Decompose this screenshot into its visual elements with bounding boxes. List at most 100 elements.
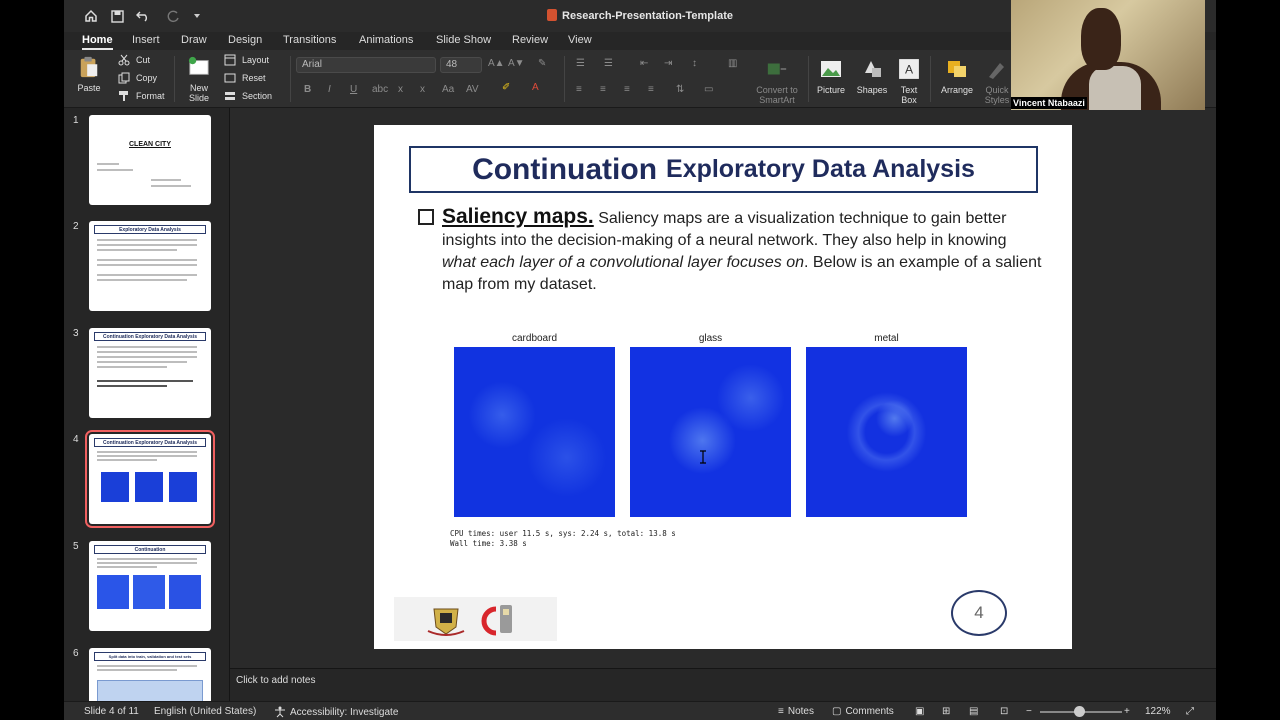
saliency-map-metal[interactable] <box>806 347 967 517</box>
superscript-icon[interactable]: x <box>420 84 425 95</box>
align-center-icon[interactable]: ≡ <box>600 84 606 95</box>
slide-thumbnail-5[interactable]: Continuation <box>89 541 211 631</box>
format-painter-button[interactable]: Format <box>118 90 165 102</box>
slide-title-sub: Exploratory Data Analysis <box>666 155 975 183</box>
slide-title-box[interactable]: Continuation Exploratory Data Analysis <box>409 146 1038 193</box>
align-text-icon[interactable]: ▭ <box>704 84 713 95</box>
accessibility-checker[interactable]: Accessibility: Investigate <box>274 706 398 718</box>
shapes-icon <box>865 61 881 77</box>
slide-thumbnail-4-selected[interactable]: Continuation Exploratory Data Analysis <box>85 430 215 528</box>
highlight-color-icon[interactable]: ✐ <box>502 82 510 93</box>
italic-icon[interactable]: I <box>328 84 331 95</box>
thumbnail-title: CLEAN CITY <box>129 141 171 148</box>
slide-canvas[interactable]: Continuation Exploratory Data Analysis S… <box>374 125 1072 649</box>
copy-button[interactable]: Copy <box>118 72 157 84</box>
zoom-in-button[interactable]: + <box>1124 706 1130 717</box>
character-spacing-icon[interactable]: AV <box>466 84 479 95</box>
thumbnail-text-line <box>97 259 197 261</box>
notes-pane[interactable]: Click to add notes <box>230 668 1216 701</box>
align-left-icon[interactable]: ≡ <box>576 84 582 95</box>
slide-thumbnail-1[interactable]: CLEAN CITY <box>89 115 211 205</box>
tab-slide-show[interactable]: Slide Show <box>436 32 491 48</box>
paintbrush-icon <box>119 91 128 101</box>
thumbnail-number: 5 <box>73 541 79 552</box>
columns-icon[interactable]: ▥ <box>728 58 737 69</box>
slide-thumbnail-panel[interactable]: 1 CLEAN CITY 2 Exploratory Data Analysis… <box>64 108 230 701</box>
tab-draw[interactable]: Draw <box>181 32 207 48</box>
image-label-cardboard: cardboard <box>511 333 558 344</box>
font-color-icon[interactable]: A <box>532 82 539 93</box>
increase-indent-icon[interactable]: ⇥ <box>664 58 672 69</box>
clear-formatting-icon[interactable]: ✎ <box>538 58 546 69</box>
font-name-select[interactable]: Arial <box>296 57 436 73</box>
comments-button[interactable]: ▢ Comments <box>832 706 894 717</box>
quick-styles-icon <box>989 63 1004 79</box>
black-margin-right <box>1216 0 1280 720</box>
thumbnail-text-line <box>97 385 167 387</box>
thumbnail-text-line <box>97 566 157 568</box>
slide-sorter-icon[interactable]: ⊞ <box>942 706 950 717</box>
decrease-font-size-icon[interactable]: A▼ <box>508 58 525 69</box>
line-spacing-icon[interactable]: ↕ <box>692 58 697 69</box>
thumbnail-text-line <box>97 665 197 667</box>
shapes-button[interactable]: Shapes <box>854 58 890 95</box>
bullets-icon[interactable]: ☰ <box>576 58 585 69</box>
thumbnail-saliency-image <box>133 575 165 609</box>
normal-view-icon[interactable]: ▣ <box>915 706 924 717</box>
text-box-button[interactable]: A Text Box <box>896 58 922 105</box>
ribbon-separator <box>174 56 175 102</box>
fit-to-window-icon[interactable]: ⤢ <box>1186 706 1194 717</box>
font-size-select[interactable]: 48 <box>440 57 482 73</box>
convert-to-smartart-button[interactable]: Convert to SmartArt <box>754 58 800 105</box>
saliency-map-cardboard[interactable] <box>454 347 615 517</box>
section-button[interactable]: Section <box>224 90 272 102</box>
paste-button[interactable]: Paste <box>74 56 104 93</box>
picture-button[interactable]: Picture <box>814 58 848 95</box>
svg-text:A: A <box>905 62 914 76</box>
tab-home[interactable]: Home <box>82 32 113 50</box>
tab-transitions[interactable]: Transitions <box>283 32 336 48</box>
bold-icon[interactable]: B <box>304 84 311 95</box>
language-indicator[interactable]: English (United States) <box>154 706 256 717</box>
slide-thumbnail-2[interactable]: Exploratory Data Analysis <box>89 221 211 311</box>
thumbnail-text-line <box>97 351 197 353</box>
layout-button[interactable]: Layout <box>224 54 269 66</box>
cut-button[interactable]: Cut <box>118 54 150 66</box>
justify-icon[interactable]: ≡ <box>648 84 654 95</box>
align-right-icon[interactable]: ≡ <box>624 84 630 95</box>
change-case-icon[interactable]: Aa <box>442 84 454 95</box>
arrange-button[interactable]: Arrange <box>938 58 976 95</box>
picture-icon <box>821 61 841 77</box>
new-slide-button[interactable]: New Slide <box>180 56 218 103</box>
slide-thumbnail-3[interactable]: Continuation Exploratory Data Analysis <box>89 328 211 418</box>
reset-button[interactable]: Reset <box>224 72 266 84</box>
powerpoint-window: Research-Presentation-Template Home Inse… <box>64 0 1216 720</box>
image-label-glass: glass <box>698 333 723 344</box>
zoom-out-button[interactable]: − <box>1026 706 1032 717</box>
zoom-level[interactable]: 122% <box>1145 706 1171 717</box>
underline-icon[interactable]: U <box>350 84 357 95</box>
tab-animations[interactable]: Animations <box>359 32 413 48</box>
subscript-icon[interactable]: x <box>398 84 403 95</box>
reading-view-icon[interactable]: ▤ <box>969 706 978 717</box>
notes-icon: ≡ <box>778 706 784 717</box>
tab-view[interactable]: View <box>568 32 592 48</box>
tab-insert[interactable]: Insert <box>132 32 160 48</box>
saliency-map-glass[interactable] <box>630 347 791 517</box>
slide-number-badge: 4 <box>951 590 1007 636</box>
slide-body-text[interactable]: Saliency maps. Saliency maps are a visua… <box>442 206 1042 296</box>
slide-thumbnail-6[interactable]: Split data into train, validation and te… <box>89 648 211 701</box>
tab-design[interactable]: Design <box>228 32 262 48</box>
notes-toggle-button[interactable]: ≡ Notes <box>778 706 814 717</box>
strikethrough-icon[interactable]: abc <box>372 84 388 95</box>
accessibility-icon <box>275 706 285 718</box>
thumbnail-title: Continuation Exploratory Data Analysis <box>94 332 206 341</box>
numbering-icon[interactable]: ☰ <box>604 58 613 69</box>
increase-font-size-icon[interactable]: A▲ <box>488 58 505 69</box>
zoom-slider-thumb[interactable] <box>1074 706 1085 717</box>
tab-review[interactable]: Review <box>512 32 548 48</box>
quick-styles-button[interactable]: Quick Styles <box>982 58 1012 105</box>
slideshow-view-icon[interactable]: ⊡ <box>1000 706 1008 717</box>
decrease-indent-icon[interactable]: ⇤ <box>640 58 648 69</box>
text-direction-icon[interactable]: ⇅ <box>676 84 684 95</box>
